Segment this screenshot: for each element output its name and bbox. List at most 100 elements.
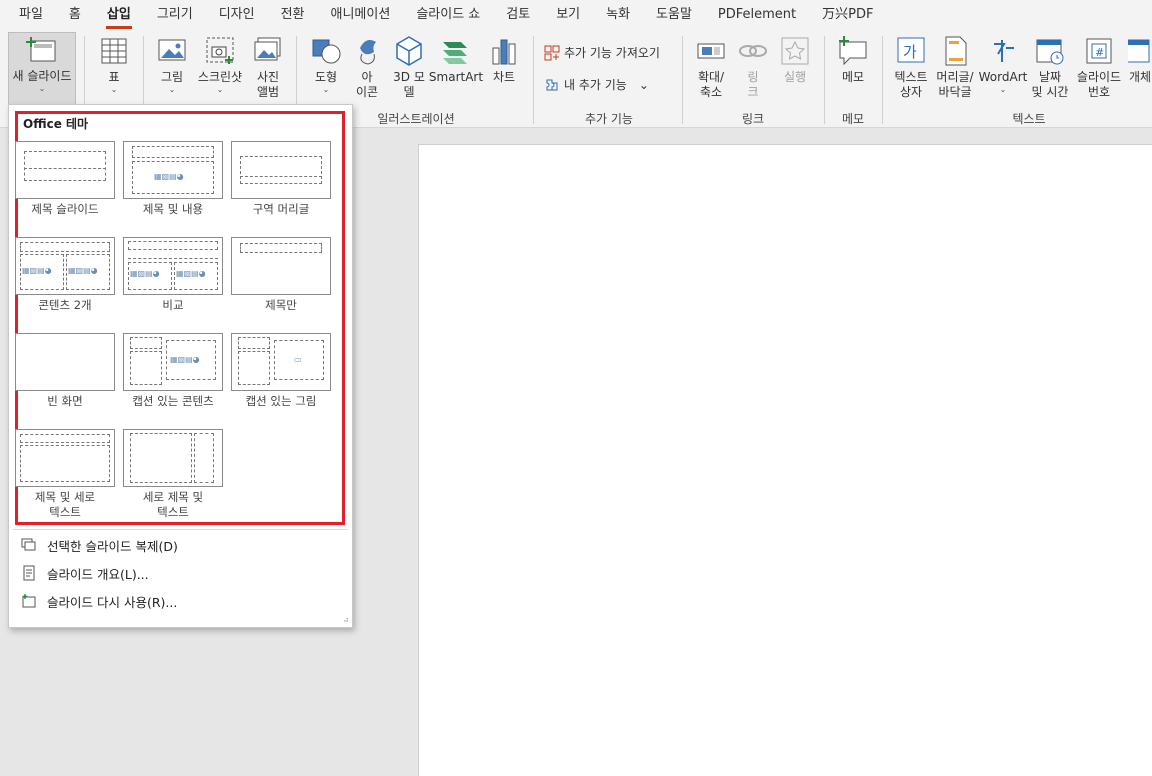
menu-divider — [13, 529, 348, 530]
slide-canvas[interactable] — [418, 144, 1152, 776]
menu-tab[interactable]: 보기 — [543, 0, 593, 30]
shapes-button[interactable]: 도형 ⌄ — [306, 34, 346, 95]
menu-tab[interactable]: 전환 — [268, 0, 318, 30]
layout-vertical-title-and-text[interactable]: 세로 제목 및 텍스트 — [123, 429, 223, 520]
chart-label: 차트 — [492, 70, 516, 84]
layout-label: 콘텐츠 2개 — [38, 298, 92, 312]
layout-thumbnail — [15, 429, 115, 487]
shapes-label: 도형 — [314, 70, 338, 84]
screenshot-button[interactable]: 스크린샷 ⌄ — [194, 34, 246, 95]
layout-thumbnail — [231, 141, 331, 199]
group-label-links: 링크 — [741, 112, 765, 126]
menu-tab[interactable]: 万兴PDF — [809, 0, 886, 30]
menu-tab[interactable]: 검토 — [493, 0, 543, 30]
link-label: 링 — [747, 70, 759, 84]
table-icon — [97, 34, 131, 68]
layout-thumbnail: ▦▧▤◕ — [123, 141, 223, 199]
new-slide-button[interactable]: 새 슬라이드 ⌄ — [8, 32, 76, 106]
menu-tab[interactable]: 녹화 — [593, 0, 643, 30]
layout-content-with-caption[interactable]: ▦▧▤◕ 캡션 있는 콘텐츠 — [123, 333, 223, 409]
action-button[interactable]: 실행 — [776, 34, 814, 85]
layout-label: 구역 머리글 — [252, 202, 310, 216]
icons-icon — [350, 34, 384, 68]
chart-button[interactable]: 차트 — [486, 34, 522, 85]
outline-icon — [21, 565, 37, 581]
link-button[interactable]: 링 크 — [736, 34, 770, 100]
my-addins-button[interactable]: 내 추가 기능 ⌄ — [544, 76, 649, 93]
star-icon — [778, 34, 812, 68]
zoom-label: 확대/ — [697, 70, 725, 84]
textbox-button[interactable]: 가 텍스트 상자 — [892, 34, 930, 100]
menu-tab[interactable]: PDFelement — [705, 0, 809, 30]
slide-number-label-2: 번호 — [1087, 85, 1111, 99]
menu-tab[interactable]: 그리기 — [144, 0, 206, 30]
menu-tab[interactable]: 삽입 — [94, 0, 144, 30]
comment-label: 메모 — [841, 70, 865, 84]
layout-title-only[interactable]: 제목만 — [231, 237, 331, 313]
layout-blank[interactable]: 빈 화면 — [15, 333, 115, 409]
menu-tab[interactable]: 애니메이션 — [318, 0, 404, 30]
object-label: 개체 — [1128, 70, 1152, 84]
screenshot-label: 스크린샷 — [197, 70, 243, 84]
menu-item-label: 선택한 슬라이드 복제(D) — [47, 538, 178, 554]
layout-comparison[interactable]: ▦▧▤◕ ▦▧▤◕ 비교 — [123, 237, 223, 313]
content-placeholder-icon: ▦▧▤◕ — [154, 172, 184, 181]
header-footer-icon — [938, 34, 972, 68]
menu-tab[interactable]: 슬라이드 쇼 — [403, 0, 493, 30]
menu-item-label: 슬라이드 개요(L)... — [47, 566, 149, 582]
3d-models-button[interactable]: 3D 모 델 — [389, 34, 429, 100]
textbox-label-2: 상자 — [899, 85, 923, 99]
screenshot-icon — [203, 34, 237, 68]
textbox-label: 텍스트 — [894, 70, 928, 84]
icons-button[interactable]: 아 이콘 — [348, 34, 386, 100]
comment-button[interactable]: 메모 — [834, 34, 872, 85]
layout-label: 제목 및 세로 텍스트 — [34, 490, 96, 519]
link-icon — [736, 34, 770, 68]
date-time-button[interactable]: 날짜 및 시간 — [1030, 34, 1070, 100]
menu-bar: 파일 홈 삽입 그리기 디자인 전환 애니메이션 슬라이드 쇼 검토 보기 녹화 도움말 PDFelem… — [0, 0, 1152, 30]
layout-thumbnail — [123, 429, 223, 487]
date-time-label: 날짜 — [1038, 70, 1062, 84]
layout-title-and-vertical-text[interactable]: 제목 및 세로 텍스트 — [15, 429, 115, 520]
menu-tab[interactable]: 디자인 — [206, 0, 268, 30]
zoom-label-2: 축소 — [699, 85, 723, 99]
content-placeholder-icon: ▦▧▤◕ — [170, 355, 200, 364]
layout-section-header[interactable]: 구역 머리글 — [231, 141, 331, 217]
layout-two-content[interactable]: ▦▧▤◕ ▦▧▤◕ 콘텐츠 2개 — [15, 237, 115, 313]
photo-album-button[interactable]: 사진 앨범 — [248, 34, 288, 100]
layout-thumbnail — [15, 333, 115, 391]
smartart-button[interactable]: SmartArt — [428, 34, 484, 85]
new-slide-dropdown: Office 테마 제목 슬라이드 ▦▧▤◕ 제목 및 내용 구역 머리글 ▦▧… — [8, 104, 353, 628]
object-button[interactable]: 개체 — [1128, 34, 1152, 85]
photo-album-label: 사진 — [256, 70, 280, 84]
icons-label-2: 이콘 — [355, 85, 379, 99]
menu-tab[interactable]: 파일 — [6, 0, 56, 30]
zoom-button[interactable]: 확대/ 축소 — [692, 34, 730, 100]
layout-title-slide[interactable]: 제목 슬라이드 — [15, 141, 115, 217]
chevron-down-icon: ⌄ — [638, 77, 649, 92]
date-time-label-2: 및 시간 — [1031, 85, 1069, 99]
slide-number-button[interactable]: # 슬라이드 번호 — [1074, 34, 1124, 100]
menu-tab[interactable]: 도움말 — [643, 0, 705, 30]
table-label: 표 — [108, 70, 120, 84]
layout-picture-with-caption[interactable]: ▭ 캡션 있는 그림 — [231, 333, 331, 409]
get-addins-button[interactable]: 추가 기능 가져오기 — [544, 44, 660, 61]
slide-number-label: 슬라이드 — [1076, 70, 1122, 84]
layout-title-and-content[interactable]: ▦▧▤◕ 제목 및 내용 — [123, 141, 223, 217]
reuse-slides-menu-item[interactable]: 슬라이드 다시 사용(R)... — [9, 587, 352, 615]
wordart-button[interactable]: WordArt ⌄ — [978, 34, 1028, 95]
chart-icon — [487, 34, 521, 68]
header-footer-button[interactable]: 머리글/ 바닥글 — [934, 34, 976, 100]
image-button[interactable]: 그림 ⌄ — [154, 34, 190, 95]
table-button[interactable]: 표 ⌄ — [96, 34, 132, 95]
smartart-label: SmartArt — [428, 70, 484, 84]
menu-tab[interactable]: 홈 — [56, 0, 94, 30]
slide-outline-menu-item[interactable]: 슬라이드 개요(L)... — [9, 559, 352, 587]
zoom-icon — [694, 34, 728, 68]
chevron-down-icon: ⌄ — [38, 84, 46, 93]
header-footer-label-2: 바닥글 — [938, 85, 972, 99]
my-addins-label: 내 추가 기능 — [564, 78, 627, 92]
group-label-comments: 메모 — [841, 112, 865, 126]
resize-grip-icon[interactable]: ⠴ — [343, 615, 349, 624]
duplicate-slide-menu-item[interactable]: 선택한 슬라이드 복제(D) — [9, 531, 352, 559]
